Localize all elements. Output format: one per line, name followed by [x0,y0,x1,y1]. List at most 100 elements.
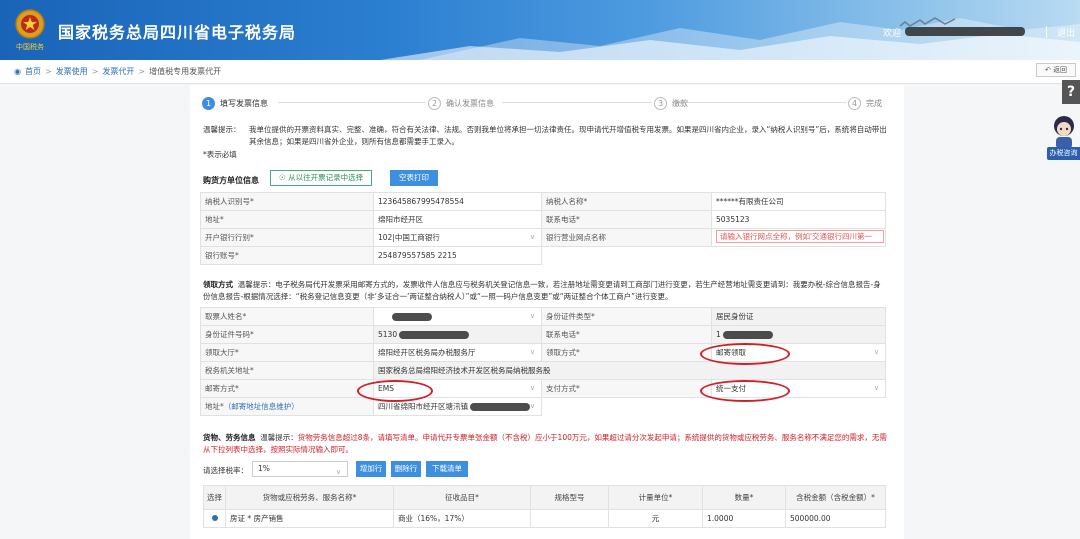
help-button[interactable]: ? [1062,80,1080,104]
row-spec[interactable] [530,509,609,528]
pickup-section-title: 领取方式 [203,280,233,289]
select-history-button[interactable]: ☉ 从以往开票记录中选择 [270,170,373,186]
mail-address-prefix: 四川省绵阳市经开区塘汛镇 [378,402,468,411]
breadcrumb-separator: > [138,67,146,76]
pay-method-label: 支付方式* [541,379,712,398]
delete-row-button[interactable]: 删除行 [391,461,421,477]
taxpayer-id-input[interactable]: 123645867995478554 [373,192,542,211]
breadcrumb-invoice-use[interactable]: 发票使用 [56,67,88,76]
rate-select[interactable]: 1% ∨ [252,461,348,477]
address-maintain-link[interactable]: （邮寄地址信息维护） [224,402,299,411]
phone-prefix: 1 [716,330,721,339]
col-item: 征收品目* [393,485,531,510]
account-label: 银行账号* [200,246,374,265]
col-unit: 计量单位* [608,485,703,510]
row-amount[interactable]: 500000.00 [785,509,886,528]
pickup-notice: 领取方式 温馨提示：电子税务局代开发票采用邮寄方式的，发票收件人信息应与税务机关… [203,279,888,303]
col-select: 选择 [203,485,226,510]
assistant-label[interactable]: 办税咨询 [1047,147,1080,160]
id-no-prefix: 5130 [378,330,398,339]
bank-value: 102|中国工商银行 [378,233,440,242]
back-arrow-icon: ↶ [1044,66,1051,74]
col-spec: 规格型号 [530,485,609,510]
step-label: 填写发票信息 [220,98,268,108]
step-label: 完成 [866,98,882,108]
back-button[interactable]: ↶ 返回 [1036,63,1076,77]
row-qty[interactable]: 1.0000 [702,509,786,528]
col-amount: 含税金额（含税金额）* [785,485,886,510]
site-title: 国家税务总局四川省电子税务局 [58,23,297,42]
row-name[interactable]: 房证 * 房产销售 [225,509,394,528]
step-4: 4 完成 [848,95,882,111]
receiver-label: 取票人姓名* [200,307,374,326]
step-connector [676,102,846,103]
welcome-text: 欢迎 [883,29,902,39]
buyer-address-input[interactable]: 绵阳市经开区 [373,210,542,229]
chevron-down-icon: ∨ [529,312,535,320]
method-value: 邮寄领取 [716,348,746,357]
breadcrumb-home[interactable]: 首页 [25,67,41,76]
method-label: 领取方式* [541,343,712,362]
row-unit[interactable]: 元 [608,509,703,528]
breadcrumb-separator: > [44,67,52,76]
taxpayer-name-input[interactable]: ******有限责任公司 [711,192,886,211]
mail-method-select[interactable]: EMS ∨ [373,379,542,398]
required-note: *表示必填 [203,150,237,159]
id-type-value: 居民身份证 [711,307,886,326]
step-connector [502,102,652,103]
radio-selected-icon [211,515,218,521]
branch-input[interactable]: 请输入银行网点全称，例如'交通银行四川第一 [711,228,886,247]
taxpayer-id-label: 纳税人识别号* [200,192,374,211]
logout-link[interactable]: 退出 [1057,26,1075,39]
hall-label: 领取大厅* [200,343,374,362]
add-row-button[interactable]: 增加行 [356,461,386,477]
redacted-id [399,331,470,339]
breadcrumb-separator: > [91,67,99,76]
breadcrumb-invoice-issue[interactable]: 发票代开 [102,67,134,76]
goods-table-header: 选择 货物或应税劳务、服务名称* 征收品目* 规格型号 计量单位* 数量* 含税… [203,485,886,510]
goods-table: 选择 货物或应税劳务、服务名称* 征收品目* 规格型号 计量单位* 数量* 含税… [203,485,886,528]
goods-notice-lead: 温馨提示： [260,433,298,442]
account-input[interactable]: 254879557585 2215 [373,246,542,265]
back-label: 返回 [1053,66,1068,74]
chevron-down-icon: ∨ [873,384,879,392]
emblem-text: 中国税务 [16,43,44,51]
step-number: 4 [848,96,861,110]
empty-cell [541,397,886,416]
step-progress: 1 填写发票信息 2 确认发票信息 3 缴款 4 完成 [200,95,900,113]
hall-select[interactable]: 绵阳经开区税务局办税服务厅 ∨ [373,343,542,362]
table-row: 房证 * 房产销售 商业（16%，17%） 元 1.0000 500000.00 [203,509,886,528]
download-list-button[interactable]: 下载清单 [426,461,468,477]
buyer-form: 纳税人识别号* 123645867995478554 纳税人名称* ******… [200,192,886,265]
user-icon: ☉ [279,173,286,182]
method-select[interactable]: 邮寄领取 ∨ [711,343,886,362]
buyer-phone-input[interactable]: 5035123 [711,210,886,229]
chevron-down-icon: ∨ [873,348,879,356]
org-address-label: 税务机关地址* [200,361,374,380]
row-item[interactable]: 商业（16%，17%） [393,509,531,528]
redacted-username [905,27,1025,36]
mail-method-label: 邮寄方式* [200,379,374,398]
branch-label: 银行营业网点名称 [541,228,712,247]
taxpayer-name-label: 纳税人名称* [541,192,712,211]
location-pin-icon: ◉ [14,67,21,76]
rate-label: 请选择税率： [203,466,248,475]
breadcrumb: ◉ 首页 > 发票使用 > 发票代开 > 增值税专用发票代开 [14,66,221,77]
blank-print-button[interactable]: 空表打印 [390,170,438,186]
redacted-address [470,403,530,411]
bank-select[interactable]: 102|中国工商银行 ∨ [373,228,542,247]
breadcrumb-bar: ◉ 首页 > 发票使用 > 发票代开 > 增值税专用发票代开 [0,60,1080,84]
mail-address-select[interactable]: 四川省绵阳市经开区塘汛镇 ∨ [373,397,542,416]
chevron-down-icon: ∨ [529,348,535,356]
step-2: 2 确认发票信息 [428,95,494,111]
pay-method-select[interactable]: 统一支付 ∨ [711,379,886,398]
chevron-down-icon: ∨ [529,384,535,392]
chevron-down-icon: ∨ [529,233,535,241]
receiver-select[interactable]: ∨ [373,307,542,326]
row-radio[interactable] [203,509,226,528]
step-3: 3 缴款 [654,95,688,111]
rate-value: 1% [258,464,270,473]
mail-method-value: EMS [378,384,394,393]
chevron-down-icon: ∨ [335,468,341,476]
step-1: 1 填写发票信息 [202,95,268,111]
